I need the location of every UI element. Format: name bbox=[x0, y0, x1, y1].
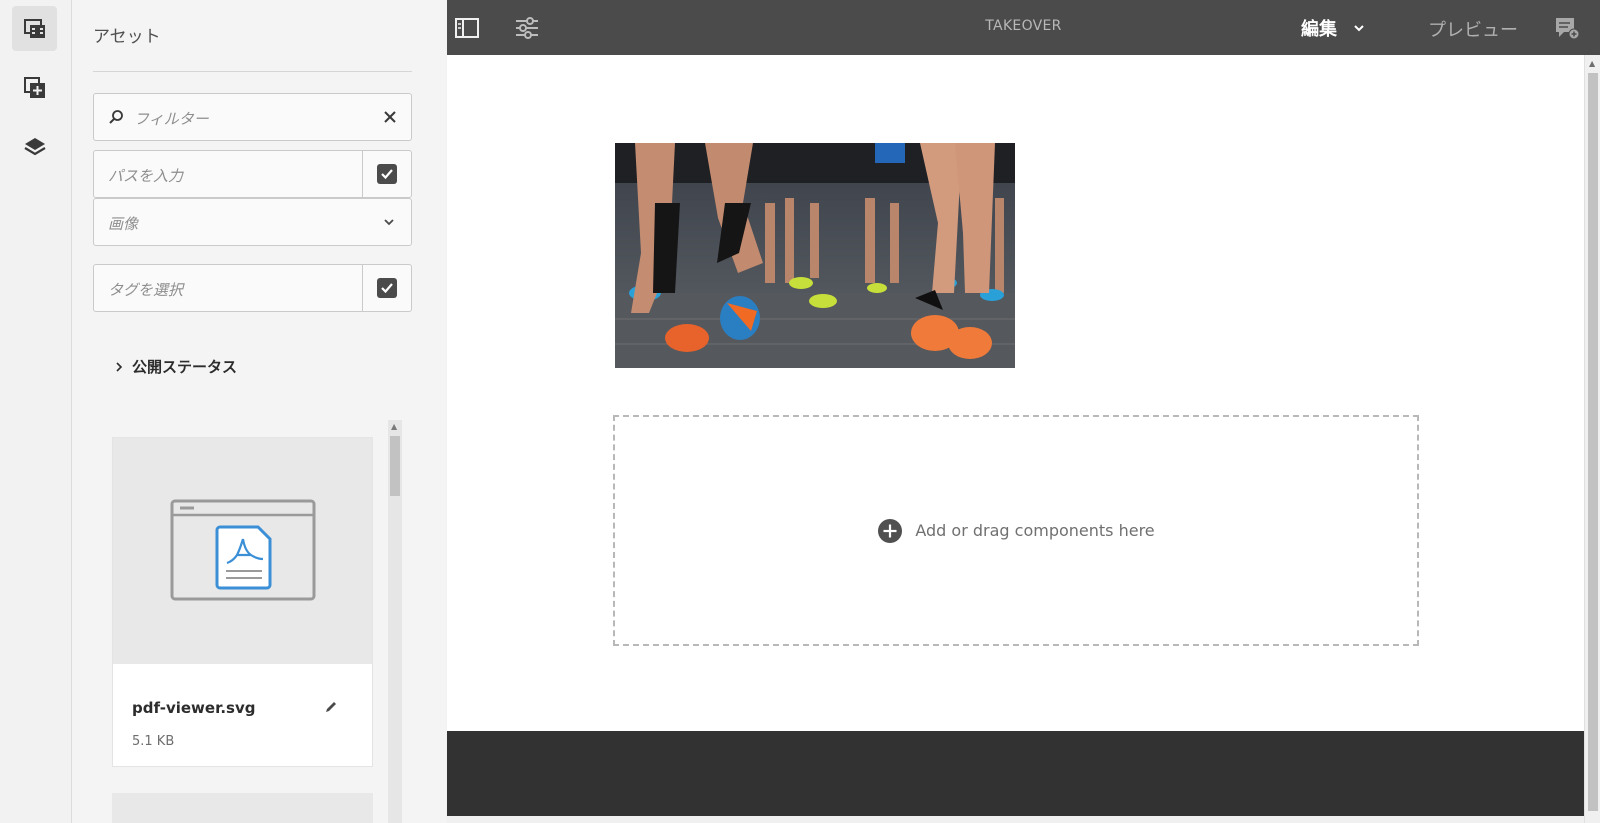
chevron-down-icon bbox=[1354, 25, 1364, 32]
asset-name: pdf-viewer.svg bbox=[132, 699, 256, 717]
layers-rail-button[interactable] bbox=[12, 124, 57, 169]
preview-button[interactable]: プレビュー bbox=[1428, 16, 1518, 42]
tags-field[interactable]: タグを選択 bbox=[93, 264, 412, 312]
page-canvas: Add or drag components here bbox=[447, 55, 1584, 823]
tags-placeholder: タグを選択 bbox=[108, 281, 184, 299]
panel-title: アセット bbox=[93, 27, 161, 47]
chevron-right-icon bbox=[116, 361, 123, 372]
layers-icon bbox=[23, 137, 46, 155]
checkbox-icon bbox=[377, 164, 397, 184]
components-rail-button[interactable] bbox=[12, 65, 57, 110]
left-rail bbox=[0, 0, 72, 823]
asset-card[interactable] bbox=[112, 793, 373, 823]
page-footer bbox=[447, 731, 1584, 823]
asset-type-select[interactable]: 画像 bbox=[93, 198, 412, 246]
search-icon bbox=[109, 110, 123, 124]
filter-placeholder: フィルター bbox=[134, 110, 209, 128]
asset-card[interactable]: pdf-viewer.svg 5.1 KB bbox=[112, 437, 373, 767]
path-placeholder: パスを入力 bbox=[108, 167, 184, 185]
mode-label: 編集 bbox=[1301, 19, 1337, 40]
asset-list-scrollbar[interactable]: ▲ bbox=[388, 420, 402, 823]
filter-input[interactable]: フィルター bbox=[93, 93, 412, 141]
marathon-image[interactable] bbox=[615, 143, 1015, 368]
scroll-up-icon[interactable]: ▲ bbox=[1589, 59, 1595, 68]
components-icon bbox=[23, 76, 45, 98]
divider bbox=[93, 71, 412, 72]
checkbox-icon bbox=[377, 278, 397, 298]
assets-rail-button[interactable] bbox=[12, 6, 57, 51]
annotate-icon[interactable] bbox=[1554, 15, 1580, 41]
mode-selector[interactable]: 編集 bbox=[1301, 15, 1365, 41]
asset-type-value: 画像 bbox=[108, 215, 139, 233]
close-icon[interactable] bbox=[383, 110, 397, 124]
path-browse-button[interactable] bbox=[362, 151, 411, 197]
canvas-scrollbar[interactable]: ▲ bbox=[1584, 55, 1600, 823]
scrollbar-thumb[interactable] bbox=[1588, 73, 1598, 811]
scrollbar-thumb[interactable] bbox=[390, 436, 400, 496]
pdf-file-icon bbox=[170, 499, 316, 601]
publish-status-toggle[interactable]: 公開ステータス bbox=[114, 356, 237, 377]
chevron-down-icon bbox=[384, 219, 394, 226]
dropzone-content: Add or drag components here bbox=[615, 417, 1417, 644]
scroll-up-icon[interactable]: ▲ bbox=[391, 422, 397, 431]
assets-icon bbox=[23, 18, 45, 38]
tags-picker-button[interactable] bbox=[362, 265, 411, 311]
add-circle-icon bbox=[878, 518, 903, 543]
asset-thumbnail bbox=[113, 438, 372, 664]
dropzone-label: Add or drag components here bbox=[915, 521, 1155, 540]
path-field[interactable]: パスを入力 bbox=[93, 150, 412, 198]
assets-panel: アセット フィルター パスを入力 画像 タグを選択 公開ステータス pdf-vi… bbox=[72, 0, 518, 823]
editor-toolbar: TAKEOVER 編集 プレビュー bbox=[447, 0, 1600, 55]
asset-size: 5.1 KB bbox=[132, 734, 175, 749]
edit-icon[interactable] bbox=[324, 700, 338, 714]
asset-list: pdf-viewer.svg 5.1 KB ▲ bbox=[93, 420, 412, 823]
publish-status-label: 公開ステータス bbox=[132, 358, 238, 376]
component-dropzone[interactable]: Add or drag components here bbox=[613, 415, 1419, 646]
canvas-horizontal-scrollbar[interactable] bbox=[447, 816, 1584, 823]
